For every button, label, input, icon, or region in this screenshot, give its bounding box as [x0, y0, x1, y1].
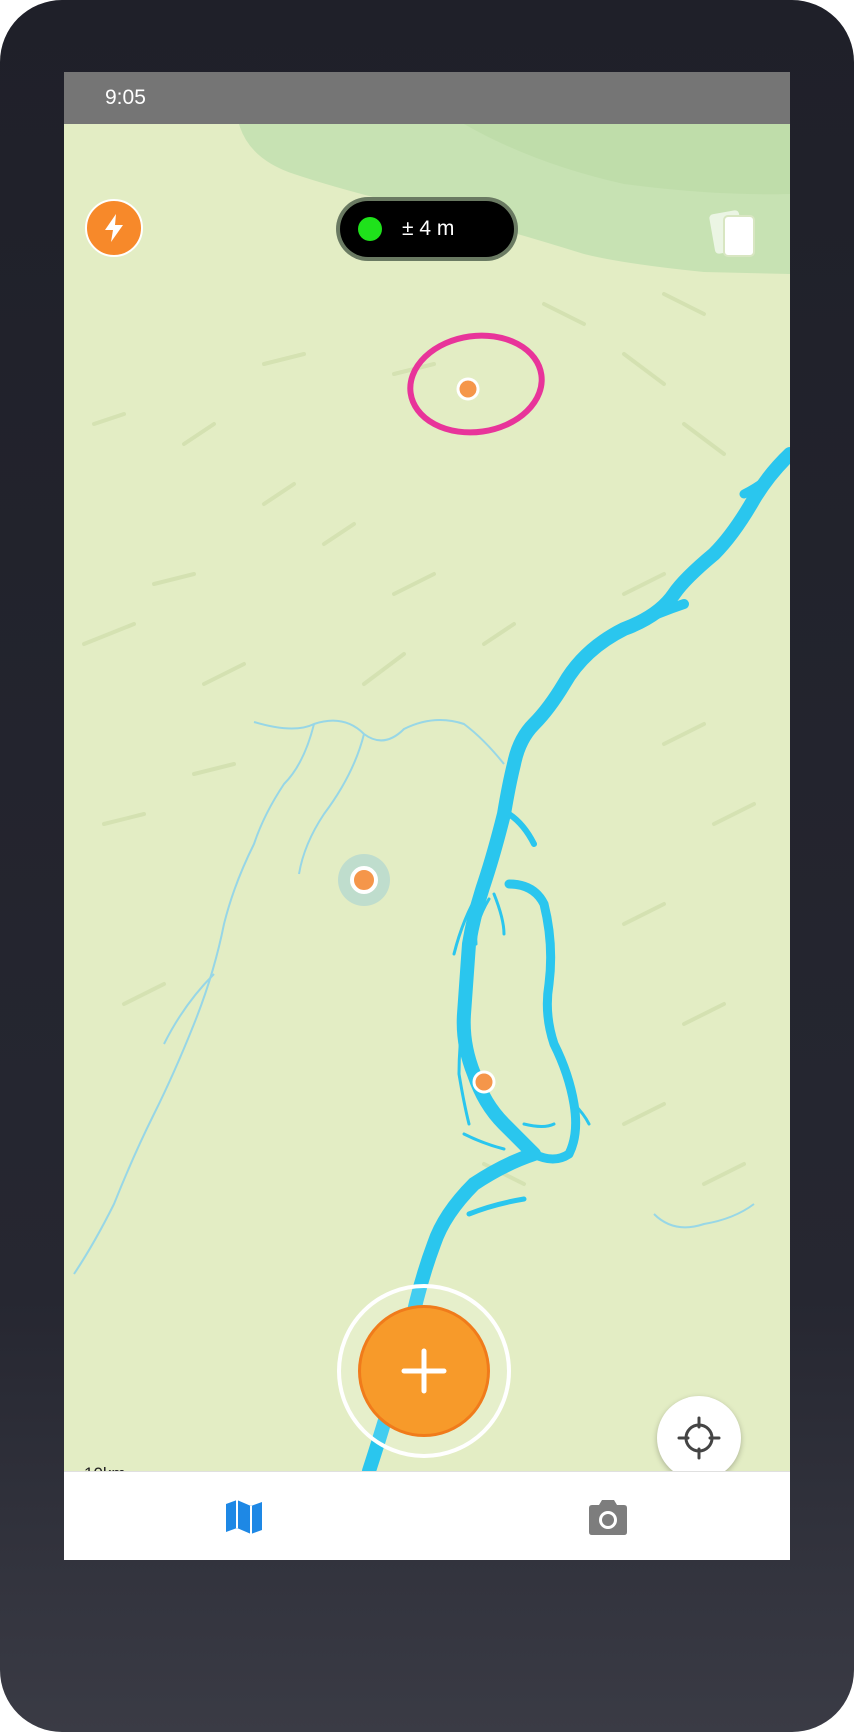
- phone-frame: 9:05 ± 4 m: [0, 0, 854, 1732]
- map-icon: [226, 1500, 262, 1534]
- nav-camera-tab[interactable]: [580, 1492, 636, 1542]
- map-scale: 10km 5mi: [78, 1464, 253, 1471]
- marker-river[interactable]: [472, 1070, 496, 1094]
- lightning-button[interactable]: [85, 199, 143, 257]
- map-canvas[interactable]: [64, 124, 790, 1471]
- crosshair-icon: [677, 1416, 721, 1460]
- marker-current[interactable]: [350, 866, 378, 894]
- plus-icon: [401, 1348, 447, 1394]
- bottom-navigation: [64, 1471, 790, 1560]
- gps-status-dot: [358, 217, 382, 241]
- scale-metric-label: 10km: [84, 1464, 126, 1471]
- bolt-icon: [105, 214, 123, 242]
- app-screen: 9:05 ± 4 m: [64, 72, 790, 1560]
- cards-icon: [709, 210, 755, 257]
- status-time: 9:05: [105, 86, 146, 109]
- locate-me-button[interactable]: [657, 1396, 741, 1471]
- gps-accuracy-label: ± 4 m: [402, 217, 455, 240]
- map-view[interactable]: ± 4 m 10km 5mi: [64, 124, 790, 1471]
- status-bar: 9:05: [64, 72, 790, 124]
- marker-north[interactable]: [456, 377, 480, 401]
- nav-map-tab[interactable]: [219, 1492, 269, 1542]
- cards-button[interactable]: [704, 204, 764, 264]
- add-button[interactable]: [358, 1305, 490, 1437]
- gps-accuracy-pill[interactable]: ± 4 m: [340, 201, 514, 257]
- camera-icon: [589, 1500, 627, 1535]
